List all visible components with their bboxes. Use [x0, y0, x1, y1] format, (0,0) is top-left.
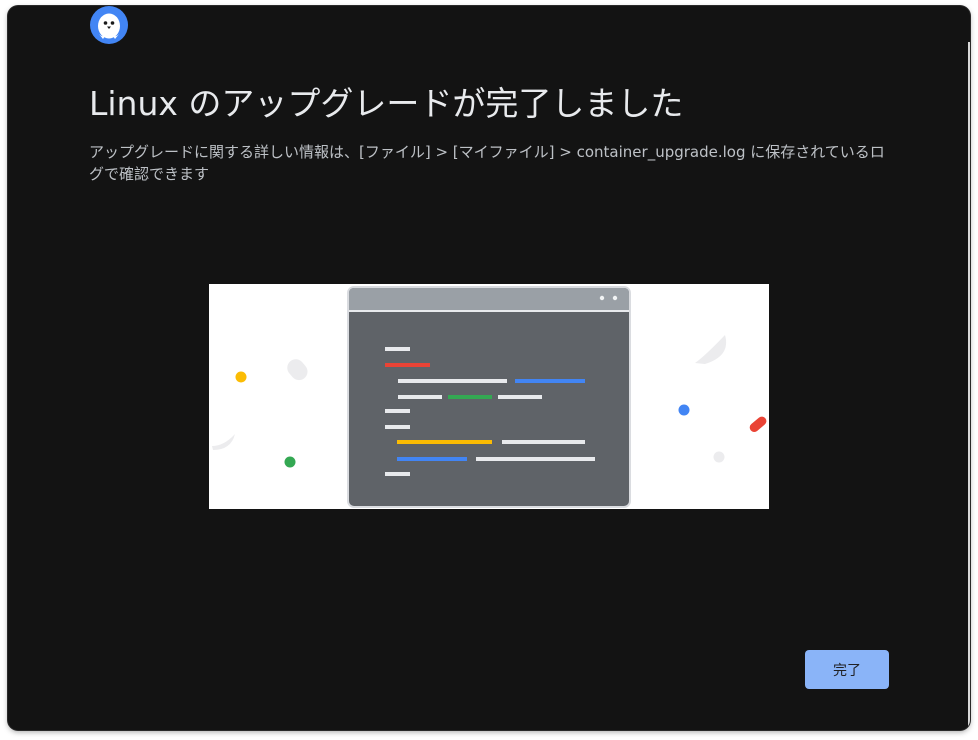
- penguin-icon: [90, 6, 128, 44]
- done-button[interactable]: 完了: [805, 650, 889, 689]
- code-window-illustration: [209, 284, 769, 509]
- dialog-title: Linux のアップグレードが完了しました: [89, 84, 684, 123]
- dialog-scrollbar[interactable]: [968, 42, 970, 730]
- upgrade-complete-dialog: Linux のアップグレードが完了しました アップグレードに関する詳しい情報は、…: [8, 6, 970, 730]
- dialog-description: アップグレードに関する詳しい情報は、[ファイル] > [マイファイル] > co…: [89, 143, 885, 183]
